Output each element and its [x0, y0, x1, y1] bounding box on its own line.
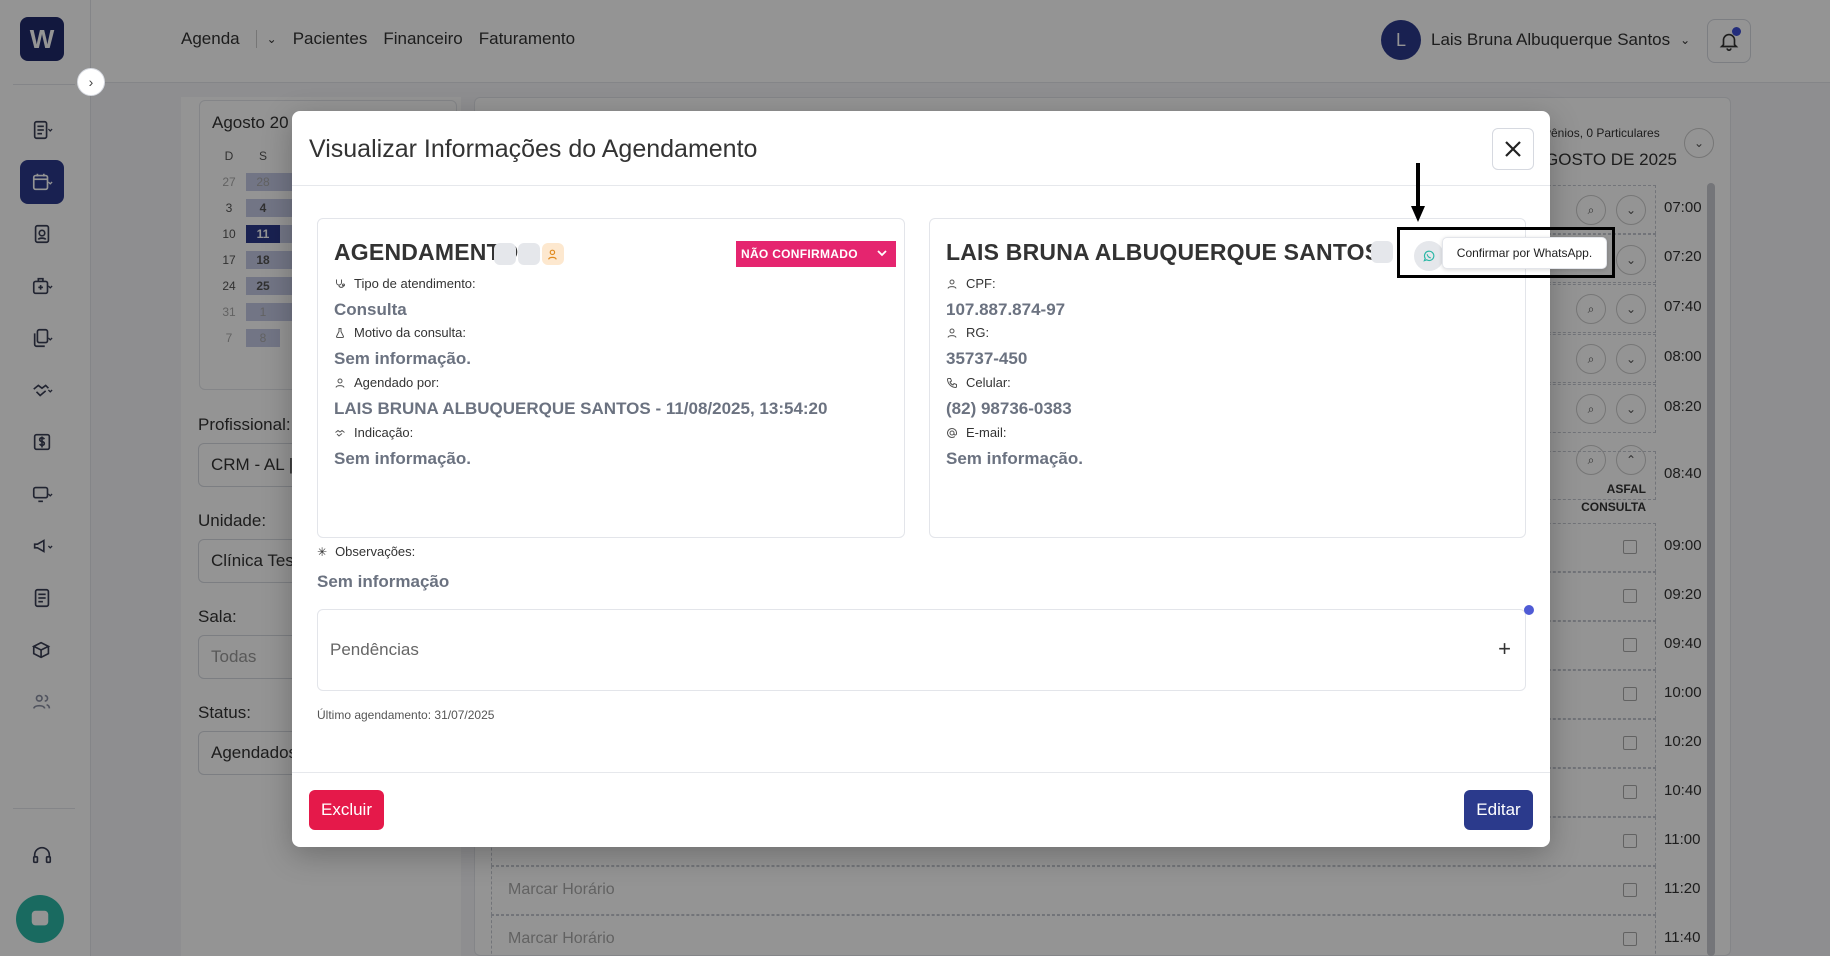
field-label: CPF: [946, 276, 996, 291]
edit-button[interactable]: Editar [1464, 790, 1533, 830]
at-sign-icon [947, 427, 957, 438]
field-label: RG: [946, 325, 989, 340]
tag-placeholder [1371, 241, 1393, 263]
tag-placeholder [494, 243, 516, 265]
field-label: Indicação: [334, 425, 413, 440]
sidebar-expand-button[interactable]: › [77, 68, 105, 96]
motivo-value: Sem informação. [334, 349, 471, 368]
patient-heading: LAIS BRUNA ALBUQUERQUE SANTOS [946, 239, 1381, 265]
cpf-value: 107.887.874-97 [946, 300, 1066, 319]
modal-header: Visualizar Informações do Agendamento [292, 111, 1550, 186]
close-icon [1505, 141, 1521, 157]
user-tag-icon[interactable] [542, 243, 564, 265]
indicacao-value: Sem informação. [334, 449, 471, 468]
celular-value: (82) 98736-0383 [946, 399, 1072, 418]
agendado-por-value: LAIS BRUNA ALBUQUERQUE SANTOS - 11/08/20… [334, 399, 828, 418]
tag-placeholder [518, 243, 540, 265]
annotation-arrow-head [1411, 206, 1425, 222]
modal-title: Visualizar Informações do Agendamento [309, 135, 758, 163]
pendencias-accordion[interactable]: Pendências + [317, 609, 1526, 691]
last-appointment: Último agendamento: 31/07/2025 [317, 708, 495, 722]
field-label: Agendado por: [334, 375, 439, 390]
confirmation-status-dropdown[interactable]: NÃO CONFIRMADO [736, 241, 896, 267]
tipo-atendimento-value: Consulta [334, 300, 407, 319]
annotation-arrow [1416, 163, 1420, 211]
flask-icon [335, 327, 345, 338]
email-value: Sem informação. [946, 449, 1083, 468]
user-icon [947, 328, 957, 338]
phone-icon [946, 377, 957, 388]
appointment-card: AGENDAMENTO NÃO CONFIRMADO Tipo de atend… [317, 218, 905, 538]
chevron-down-icon [877, 250, 887, 257]
field-label: Celular: [946, 375, 1011, 390]
observacoes-value: Sem informação [317, 572, 450, 591]
stethoscope-icon [336, 279, 345, 288]
appointment-modal: Visualizar Informações do Agendamento AG… [292, 111, 1550, 847]
appointment-heading: AGENDAMENTO [334, 239, 519, 265]
indicator-dot [1524, 605, 1534, 615]
modal-footer [292, 772, 1550, 847]
status-label: NÃO CONFIRMADO [741, 247, 858, 261]
field-label: E-mail: [946, 425, 1006, 440]
observacoes-label: ✳ Observações: [317, 544, 416, 559]
handshake-icon [335, 429, 345, 437]
asterisk-icon: ✳ [317, 544, 328, 559]
pendencias-label: Pendências [330, 640, 419, 659]
close-button[interactable] [1492, 128, 1534, 170]
user-icon [335, 378, 345, 388]
plus-icon[interactable]: + [1498, 636, 1511, 662]
rg-value: 35737-450 [946, 349, 1028, 368]
annotation-highlight-box [1397, 227, 1615, 278]
delete-button[interactable]: Excluir [309, 790, 384, 830]
field-label: Tipo de atendimento: [334, 276, 476, 291]
field-label: Motivo da consulta: [334, 325, 466, 340]
user-icon [947, 279, 957, 289]
